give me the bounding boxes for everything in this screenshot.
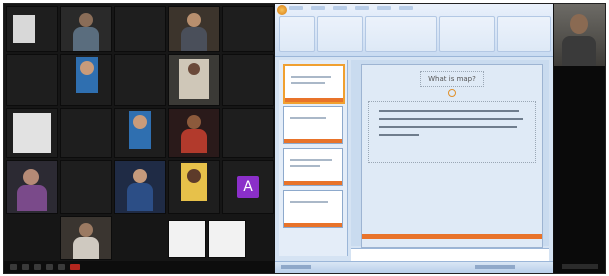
participant-tile[interactable] — [168, 108, 220, 158]
body-placeholder[interactable] — [368, 101, 536, 163]
ribbon-tab[interactable] — [289, 6, 303, 10]
participant-video — [13, 15, 35, 43]
ribbon-tab[interactable] — [333, 6, 347, 10]
ribbon-group-slides[interactable] — [317, 16, 363, 52]
leave-call-icon[interactable] — [70, 264, 80, 270]
current-slide[interactable]: What is map? — [361, 64, 543, 248]
participant-video — [187, 115, 201, 129]
participant-tile[interactable] — [114, 160, 166, 214]
participant-tile[interactable] — [168, 6, 220, 52]
speaker-video[interactable] — [554, 4, 605, 66]
ribbon-tab[interactable] — [311, 6, 325, 10]
slide-editing-area: What is map? — [351, 60, 549, 248]
slide-thumbnails — [279, 60, 348, 256]
ribbon-group-clipboard[interactable] — [279, 16, 315, 52]
slide-thumbnail[interactable] — [283, 106, 343, 144]
participant-video — [23, 169, 39, 185]
speaker-name-label — [562, 264, 598, 269]
camera-icon[interactable] — [22, 264, 29, 270]
share-screen-icon[interactable] — [34, 264, 41, 270]
chat-icon[interactable] — [58, 264, 65, 270]
ribbon-tab[interactable] — [355, 6, 369, 10]
ribbon-tabs — [289, 6, 413, 10]
slide-thumbnail[interactable] — [283, 148, 343, 186]
cursor-icon — [448, 89, 456, 97]
meeting-toolbar — [4, 261, 274, 273]
participant-tile[interactable] — [168, 54, 220, 106]
ribbon-tab[interactable] — [399, 6, 413, 10]
zoom-slider[interactable] — [475, 265, 515, 269]
participant-tile[interactable] — [60, 6, 112, 52]
participant-tile[interactable] — [222, 108, 274, 158]
ribbon — [275, 4, 553, 57]
participant-tile[interactable] — [168, 160, 220, 214]
participant-tile[interactable] — [114, 108, 166, 158]
participant-tile[interactable] — [6, 54, 58, 106]
participant-tile[interactable] — [60, 54, 112, 106]
participant-tile[interactable] — [6, 160, 58, 214]
participants-icon[interactable] — [46, 264, 53, 270]
participant-tile[interactable]: A — [222, 160, 274, 214]
participant-tile[interactable] — [222, 54, 274, 106]
participant-tile[interactable] — [222, 6, 274, 52]
status-bar — [275, 261, 553, 273]
shared-thumbnail[interactable] — [168, 220, 206, 258]
participant-video — [79, 223, 93, 237]
ribbon-group-drawing[interactable] — [497, 16, 551, 52]
office-button-icon[interactable] — [277, 5, 287, 15]
participant-tile[interactable] — [114, 6, 166, 52]
participant-video — [187, 13, 201, 27]
notes-pane[interactable] — [351, 248, 549, 261]
shared-thumbnail[interactable] — [208, 220, 246, 258]
presentation-window: What is map? — [275, 4, 553, 273]
slide-accent-bar — [362, 234, 542, 239]
ribbon-group-paragraph[interactable] — [439, 16, 495, 52]
screen-capture: A What is map? — [3, 3, 606, 274]
participant-avatar: A — [237, 176, 259, 198]
participant-tile[interactable] — [114, 54, 166, 106]
participant-tile[interactable] — [6, 6, 58, 52]
slide-thumbnail[interactable] — [283, 190, 343, 228]
participant-tile[interactable] — [60, 160, 112, 214]
ribbon-tab[interactable] — [377, 6, 391, 10]
slide-title: What is map? — [428, 75, 476, 83]
slide-thumbnail[interactable] — [283, 64, 345, 104]
participant-video — [133, 169, 147, 183]
participant-video — [13, 113, 51, 153]
ribbon-group-font[interactable] — [365, 16, 437, 52]
participant-gallery: A — [4, 4, 274, 273]
mic-icon[interactable] — [10, 264, 17, 270]
participant-tile[interactable] — [60, 108, 112, 158]
participant-tile[interactable] — [60, 216, 112, 260]
participant-video — [79, 13, 93, 27]
speaker-panel — [554, 4, 605, 273]
participant-tile[interactable] — [6, 108, 58, 158]
